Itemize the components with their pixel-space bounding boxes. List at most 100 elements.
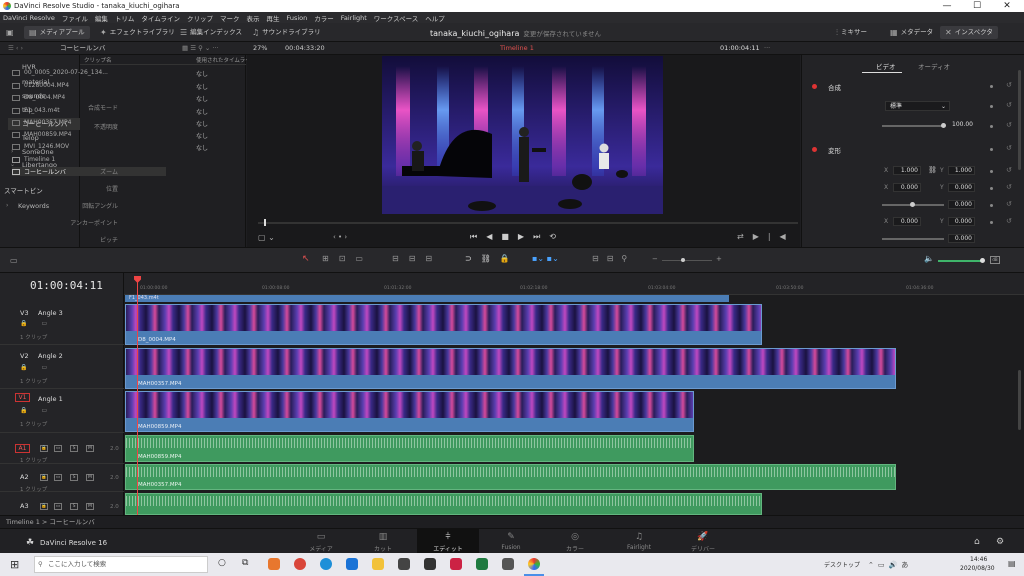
track-mute-button[interactable]: M — [86, 445, 94, 452]
track-name[interactable]: Angle 1 — [38, 395, 63, 403]
column-clip-name[interactable]: クリップ名 — [84, 56, 112, 64]
page-fairlight[interactable]: ♫ Fairlight — [608, 529, 670, 554]
clip-row[interactable]: D8_0004.MP4 — [12, 94, 65, 101]
keyframe-dot[interactable] — [990, 148, 993, 151]
timeline-zoom-handle[interactable] — [681, 258, 685, 262]
page-fusion[interactable]: ✎ Fusion — [480, 529, 542, 554]
close-button[interactable]: ✕ — [992, 0, 1022, 12]
link-icon[interactable]: ⛓ — [928, 166, 937, 174]
metadata-button[interactable]: ▦ メタデータ — [890, 26, 933, 39]
anchor-x-field[interactable]: 0.000 — [893, 217, 921, 226]
track-solo-button[interactable]: S — [70, 445, 78, 452]
timeline-zoom-slider[interactable] — [662, 260, 712, 261]
davinci-resolve-taskbar-icon[interactable] — [528, 558, 540, 570]
firefox-icon[interactable] — [268, 558, 280, 570]
track-lock-button[interactable]: 🔒 — [40, 503, 48, 510]
position-x-field[interactable]: 0.000 — [893, 183, 921, 192]
reset-icon[interactable]: ↺ — [1006, 121, 1012, 129]
playhead-line[interactable] — [137, 282, 138, 515]
zoom-level[interactable]: 27% — [253, 42, 267, 55]
taskbar-search-input[interactable]: ⚲ ここに入力して検索 — [34, 556, 208, 573]
menu-clip[interactable]: クリップ — [187, 13, 213, 23]
volume-icon[interactable]: 🔈 — [924, 254, 934, 263]
reset-icon[interactable]: ↺ — [1006, 200, 1012, 208]
reset-icon[interactable]: ↺ — [1006, 166, 1012, 174]
track-lock-video-icons[interactable]: 🔒▭ — [20, 364, 61, 371]
track-mute-button[interactable]: M — [86, 474, 94, 481]
tray-icons[interactable]: ⌃▭🔊あ — [868, 560, 912, 570]
track-solo-button[interactable]: S — [70, 503, 78, 510]
tab-video[interactable]: ビデオ — [876, 61, 896, 71]
edit-index-button[interactable]: ☰ 編集インデックス — [180, 26, 242, 39]
track-lock-video-icons[interactable]: 🔒▭ — [20, 320, 61, 327]
viewer-mode-icon[interactable]: ▢ ⌄ — [258, 233, 275, 242]
track-lock-button[interactable]: 🔒 — [40, 445, 48, 452]
rotation-field[interactable]: 0.000 — [948, 200, 975, 209]
track-lock-button[interactable]: 🔒 — [40, 474, 48, 481]
app-icon[interactable] — [450, 558, 462, 570]
clip-row[interactable]: MVI_1246.MOV — [12, 143, 69, 150]
clip-row[interactable]: MAH00859.MP4 — [12, 131, 71, 138]
snap-link-lock-tools[interactable]: ⊃⛓🔒 — [465, 254, 519, 263]
reset-icon[interactable]: ↺ — [1006, 183, 1012, 191]
pitch-slider[interactable] — [882, 238, 944, 240]
menu-fusion[interactable]: Fusion — [286, 14, 307, 22]
file-explorer-icon[interactable] — [372, 558, 384, 570]
keyframe-dot[interactable] — [990, 221, 993, 224]
video-frame[interactable] — [382, 56, 663, 214]
track-auto-button[interactable]: ▭ — [54, 445, 62, 452]
edit-tools[interactable]: ⊞⊡▭ — [322, 254, 373, 263]
chrome-icon[interactable] — [294, 558, 306, 570]
menu-help[interactable]: ヘルプ — [425, 13, 445, 23]
store-icon[interactable] — [398, 558, 410, 570]
audio-clip-a2[interactable]: MAH00357.MP4 — [125, 464, 896, 490]
audio-clip-a1[interactable]: MAH00859.MP4 — [125, 435, 694, 462]
tab-audio[interactable]: オーディオ — [918, 61, 950, 71]
panel-toggle-icon[interactable]: ▣ — [6, 26, 14, 39]
track-name[interactable]: Angle 2 — [38, 352, 63, 360]
track-name[interactable]: Angle 3 — [38, 309, 63, 317]
clip-row[interactable]: F1_043.m4t — [12, 107, 60, 114]
list-view-icon[interactable]: ☰ ‹ › — [8, 42, 23, 55]
menu-timeline[interactable]: タイムライン — [141, 13, 180, 23]
page-color[interactable]: ◎ カラー — [544, 529, 606, 554]
timeline-name[interactable]: Timeline 1 — [500, 42, 534, 55]
composite-mode-select[interactable]: 標準 ⌄ — [885, 101, 950, 111]
effects-library-button[interactable]: ✦ エフェクトライブラリ — [100, 26, 175, 39]
minimize-button[interactable]: — — [932, 0, 962, 12]
menu-view[interactable]: 表示 — [246, 13, 259, 23]
track-lock-video-icons[interactable]: 🔒▭ — [20, 407, 61, 414]
transform-section-title[interactable]: 変形 — [828, 145, 841, 155]
maximize-button[interactable]: ☐ — [962, 0, 992, 12]
top-clip[interactable]: F1_043.m4t — [125, 295, 729, 302]
view-mode-icons[interactable]: ▦ ☰ ⚲ ⌄ ··· — [182, 42, 219, 55]
windows-start-icon[interactable]: ⊞ — [10, 558, 19, 571]
edge-icon[interactable] — [320, 558, 332, 570]
breadcrumb[interactable]: Timeline 1 > コーヒールンバ — [0, 515, 1024, 528]
opacity-slider-handle[interactable] — [941, 123, 946, 128]
settings-gear-icon[interactable]: ⚙ — [996, 537, 1004, 547]
viewer-end-controls[interactable]: ⇄▶|◀ — [737, 232, 795, 241]
notification-icon[interactable]: ▤ — [1008, 559, 1016, 568]
keyframe-dot[interactable] — [990, 85, 993, 88]
menu-playback[interactable]: 再生 — [266, 13, 279, 23]
page-edit[interactable]: ⫩ エディット — [417, 529, 479, 554]
video-clip-v2[interactable]: MAH00357.MP4 — [125, 348, 896, 389]
timeline-scrollbar[interactable] — [1018, 370, 1021, 430]
menu-workspace[interactable]: ワークスペース — [374, 13, 419, 23]
menu-davinci[interactable]: DaVinci Resolve — [3, 14, 55, 22]
mail-icon[interactable] — [424, 558, 436, 570]
video-clip-v3[interactable]: D8_0004.MP4 — [125, 304, 762, 345]
anchor-y-field[interactable]: 0.000 — [948, 217, 975, 226]
zoom-in-icon[interactable]: + — [716, 255, 722, 263]
transform-enable-toggle[interactable] — [812, 147, 817, 152]
timeline-view-options-icon[interactable]: ▭ — [10, 256, 18, 265]
timeline-ruler[interactable] — [124, 273, 1024, 295]
volume-slider-handle[interactable] — [980, 258, 985, 263]
pitch-field[interactable]: 0.000 — [948, 234, 975, 243]
audio-clip-a3[interactable] — [125, 493, 762, 515]
mixer-button[interactable]: ⫶ ミキサー — [836, 26, 867, 39]
zoom-out-icon[interactable]: − — [652, 255, 658, 263]
home-icon[interactable]: ⌂ — [974, 537, 980, 547]
desktop-label[interactable]: デスクトップ — [824, 560, 860, 569]
